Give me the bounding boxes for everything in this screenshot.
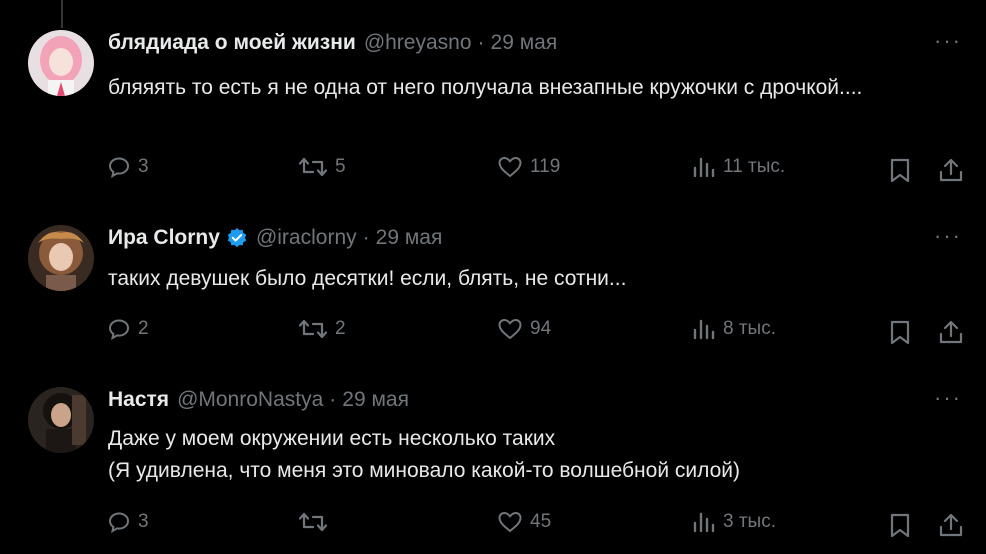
- tweet-date[interactable]: 29 мая: [376, 226, 443, 250]
- views-button[interactable]: 8 тыс.: [692, 317, 776, 341]
- retweet-count: 2: [335, 318, 346, 339]
- tweet-text-line-1: Даже у моем окружении есть несколько так…: [108, 427, 556, 450]
- reply-count: 3: [138, 511, 149, 532]
- avatar[interactable]: [28, 387, 94, 453]
- heart-icon: [498, 318, 522, 340]
- avatar[interactable]: [28, 225, 94, 291]
- tweet-date[interactable]: 29 мая: [342, 388, 409, 412]
- tweet-text: таких девушек было десятки! если, блять,…: [108, 267, 627, 290]
- views-chart-icon: [693, 512, 715, 533]
- share-button[interactable]: [938, 157, 964, 188]
- display-name[interactable]: Настя: [108, 388, 169, 412]
- heart-icon: [498, 511, 522, 533]
- tweet-text-line-2: (Я удивлена, что меня это миновало какой…: [108, 459, 741, 482]
- retweet-icon: [298, 157, 328, 177]
- bookmark-icon: [890, 158, 910, 183]
- bookmark-icon: [890, 320, 910, 345]
- bookmark-button[interactable]: [889, 513, 911, 544]
- view-count: 3 тыс.: [723, 511, 776, 532]
- user-handle[interactable]: @hreyasno: [364, 31, 472, 55]
- more-options-icon[interactable]: ···: [934, 30, 962, 52]
- bookmark-button[interactable]: [889, 158, 911, 189]
- reply-count: 2: [138, 318, 149, 339]
- share-button[interactable]: [938, 512, 964, 543]
- tweet-text: Даже у моем окружении есть несколько так…: [108, 423, 938, 487]
- separator-dot: ·: [477, 31, 485, 54]
- like-button[interactable]: 45: [497, 510, 551, 534]
- separator-dot: ·: [329, 388, 337, 411]
- tweet-date[interactable]: 29 мая: [491, 31, 558, 55]
- heart-icon: [498, 156, 522, 178]
- reply-count: 3: [138, 156, 149, 177]
- view-count: 11 тыс.: [723, 156, 786, 177]
- display-name[interactable]: Ира Clorny: [108, 226, 220, 250]
- views-chart-icon: [693, 157, 715, 178]
- more-options-icon[interactable]: ···: [934, 387, 962, 409]
- bookmark-button[interactable]: [889, 320, 911, 351]
- reply-button[interactable]: 3: [107, 510, 149, 534]
- bookmark-icon: [890, 513, 910, 538]
- reply-button[interactable]: 3: [107, 155, 149, 179]
- user-handle[interactable]: @MonroNastya: [177, 388, 323, 412]
- views-button[interactable]: 11 тыс.: [692, 155, 785, 179]
- tweet-text: бляяять то есть я не одна от него получа…: [108, 76, 863, 99]
- share-button[interactable]: [938, 319, 964, 350]
- more-options-icon[interactable]: ···: [934, 225, 962, 247]
- avatar[interactable]: [28, 30, 94, 96]
- retweet-icon: [298, 319, 328, 339]
- display-name[interactable]: блядиада о моей жизни: [108, 31, 356, 55]
- retweet-button[interactable]: 5: [298, 155, 346, 179]
- like-count: 45: [530, 511, 552, 532]
- views-chart-icon: [693, 319, 715, 340]
- like-button[interactable]: 94: [497, 317, 551, 341]
- views-button[interactable]: 3 тыс.: [692, 510, 776, 534]
- retweet-icon: [298, 512, 328, 532]
- reply-icon: [108, 157, 130, 178]
- like-count: 119: [530, 156, 561, 177]
- retweet-button[interactable]: [298, 510, 335, 534]
- retweet-count: 5: [335, 156, 346, 177]
- separator-dot: ·: [362, 226, 370, 249]
- thread-connector-line: [61, 0, 63, 28]
- reply-button[interactable]: 2: [107, 317, 149, 341]
- retweet-button[interactable]: 2: [298, 317, 346, 341]
- verified-badge-icon[interactable]: [226, 227, 248, 249]
- reply-icon: [108, 512, 130, 533]
- share-icon: [939, 158, 963, 182]
- user-handle[interactable]: @iraclorny: [256, 226, 357, 250]
- share-icon: [939, 320, 963, 344]
- reply-icon: [108, 319, 130, 340]
- share-icon: [939, 513, 963, 537]
- like-button[interactable]: 119: [497, 155, 560, 179]
- view-count: 8 тыс.: [723, 318, 776, 339]
- like-count: 94: [530, 318, 552, 339]
